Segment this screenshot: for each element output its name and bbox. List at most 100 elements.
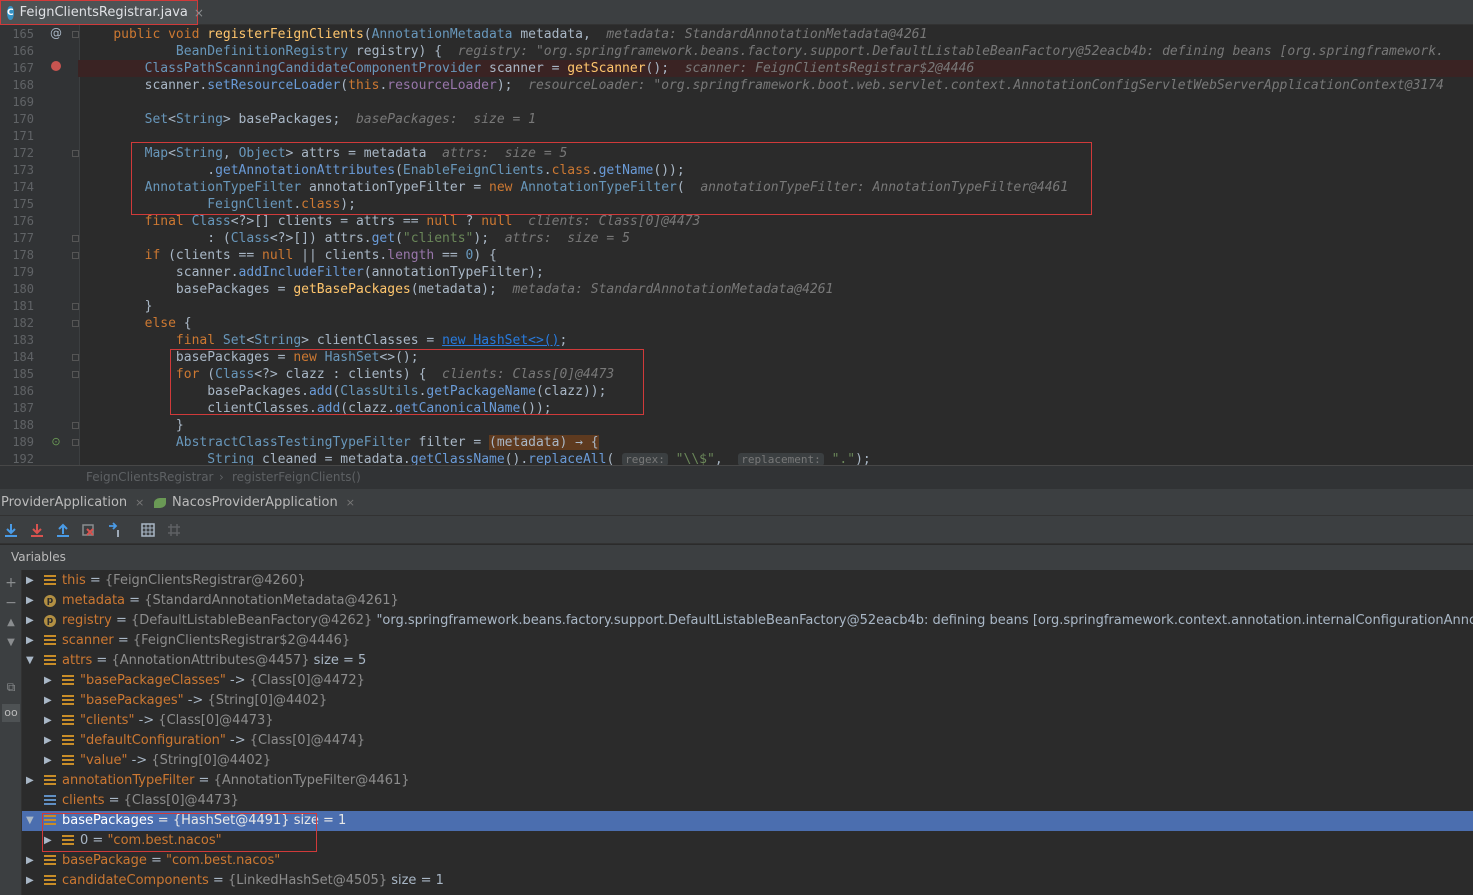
collapsed-arrow-icon[interactable]: ▶: [26, 776, 36, 786]
field-icon: [44, 775, 56, 787]
code-line[interactable]: 183 final Set<String> clientClasses = ne…: [0, 332, 1473, 349]
code-line[interactable]: 176 final Class<?>[] clients = attrs == …: [0, 213, 1473, 230]
move-up-icon[interactable]: ▲: [2, 614, 20, 632]
code-line[interactable]: 168 scanner.setResourceLoader(this.resou…: [0, 77, 1473, 94]
line-number[interactable]: 192: [0, 451, 34, 465]
tab-provider-application[interactable]: ProviderApplication ×: [1, 489, 144, 516]
step-out-icon[interactable]: [54, 521, 72, 539]
drop-frame-icon[interactable]: [80, 521, 98, 539]
line-number[interactable]: 173: [0, 162, 34, 179]
tab-nacos-provider-application[interactable]: NacosProviderApplication ×: [154, 489, 355, 516]
variable-row[interactable]: ▶ "basePackageClasses" -> {Class[0]@4472}: [22, 671, 1473, 691]
variable-row[interactable]: ▶ "defaultConfiguration" -> {Class[0]@447…: [22, 731, 1473, 751]
line-number[interactable]: 184: [0, 349, 34, 366]
step-over-icon[interactable]: [2, 521, 20, 539]
remove-watch-icon[interactable]: −: [2, 594, 20, 612]
code-text: ClassPathScanningCandidateComponentProvi…: [144, 61, 975, 76]
variable-row[interactable]: clients = {Class[0]@4473}: [22, 791, 1473, 811]
code-line[interactable]: 166 BeanDefinitionRegistry registry) { r…: [0, 43, 1473, 60]
move-down-icon[interactable]: ▼: [2, 634, 20, 652]
line-number[interactable]: 180: [0, 281, 34, 298]
collapsed-arrow-icon[interactable]: ▶: [44, 696, 54, 706]
code-line[interactable]: 180 basePackages = getBasePackages(metad…: [0, 281, 1473, 298]
code-line[interactable]: 169: [0, 94, 1473, 111]
collapsed-arrow-icon[interactable]: ▶: [44, 716, 54, 726]
variable-row[interactable]: ▶ p registry = {DefaultListableBeanFactory…: [22, 611, 1473, 631]
code-editor[interactable]: 165 public void registerFeignClients(Ann…: [0, 25, 1473, 465]
glasses-icon[interactable]: oo: [2, 704, 20, 722]
code-line[interactable]: 170 Set<String> basePackages; basePackag…: [0, 111, 1473, 128]
code-line[interactable]: 182 else {: [0, 315, 1473, 332]
line-number[interactable]: 166: [0, 43, 34, 60]
code-line[interactable]: 167 ClassPathScanningCandidateComponentP…: [0, 60, 1473, 77]
code-text: scanner.setResourceLoader(this.resourceL…: [82, 78, 1444, 93]
line-number[interactable]: 175: [0, 196, 34, 213]
collapsed-arrow-icon[interactable]: ▶: [26, 876, 36, 886]
line-number[interactable]: 183: [0, 332, 34, 349]
breadcrumb-method[interactable]: registerFeignClients(): [232, 470, 361, 484]
line-number[interactable]: 182: [0, 315, 34, 332]
close-tab-icon[interactable]: ×: [346, 496, 355, 509]
close-tab-icon[interactable]: ×: [135, 496, 144, 509]
step-into-icon[interactable]: [28, 521, 46, 539]
code-line[interactable]: 189 AbstractClassTestingTypeFilter filte…: [0, 434, 1473, 451]
variable-row[interactable]: ▶ annotationTypeFilter = {AnnotationTypeF…: [22, 771, 1473, 791]
code-text: }: [82, 299, 153, 314]
line-number[interactable]: 187: [0, 400, 34, 417]
variable-row[interactable]: ▶ this = {FeignClientsRegistrar@4260}: [22, 571, 1473, 591]
line-number[interactable]: 168: [0, 77, 34, 94]
line-number[interactable]: 165: [0, 26, 34, 43]
variable-row[interactable]: ▼ attrs = {AnnotationAttributes@4457} siz…: [22, 651, 1473, 671]
collapsed-arrow-icon[interactable]: ▶: [26, 636, 36, 646]
collapsed-arrow-icon[interactable]: ▶: [26, 576, 36, 586]
line-number[interactable]: 169: [0, 94, 34, 111]
line-number[interactable]: 174: [0, 179, 34, 196]
code-line[interactable]: 188 }: [0, 417, 1473, 434]
run-to-cursor-icon[interactable]: [106, 521, 124, 539]
variable-row[interactable]: ▶ scanner = {FeignClientsRegistrar$2@4446…: [22, 631, 1473, 651]
collapsed-arrow-icon[interactable]: ▶: [26, 616, 36, 626]
variable-row[interactable]: ▶ "value" -> {String[0]@4402}: [22, 751, 1473, 771]
code-line[interactable]: 181 }: [0, 298, 1473, 315]
collapsed-arrow-icon[interactable]: ▶: [44, 736, 54, 746]
variable-row[interactable]: ▶ "clients" -> {Class[0]@4473}: [22, 711, 1473, 731]
line-number[interactable]: 186: [0, 383, 34, 400]
line-number[interactable]: 167: [0, 60, 34, 77]
code-line[interactable]: 179 scanner.addIncludeFilter(annotationT…: [0, 264, 1473, 281]
line-number[interactable]: 188: [0, 417, 34, 434]
breakpoint-icon[interactable]: [48, 60, 64, 74]
code-line[interactable]: 192 String cleaned = metadata.getClassNa…: [0, 451, 1473, 465]
close-tab-icon[interactable]: ×: [194, 6, 204, 20]
line-number[interactable]: 170: [0, 111, 34, 128]
code-line[interactable]: 165 public void registerFeignClients(Ann…: [0, 26, 1473, 43]
collapsed-arrow-icon[interactable]: ▶: [26, 596, 36, 606]
collapsed-arrow-icon[interactable]: ▶: [44, 756, 54, 766]
evaluate-expression-icon[interactable]: [139, 521, 157, 539]
line-number[interactable]: 172: [0, 145, 34, 162]
variable-row[interactable]: ▶ basePackage = "com.best.nacos": [22, 851, 1473, 871]
line-number[interactable]: 177: [0, 230, 34, 247]
line-number[interactable]: 189: [0, 434, 34, 451]
variable-row[interactable]: ▶ candidateComponents = {LinkedHashSet@45…: [22, 871, 1473, 891]
code-line[interactable]: 177 : (Class<?>[]) attrs.get("clients");…: [0, 230, 1473, 247]
copy-icon[interactable]: ⧉: [2, 678, 20, 696]
add-watch-icon[interactable]: +: [2, 574, 20, 592]
expanded-arrow-icon[interactable]: ▼: [26, 816, 36, 826]
collapsed-arrow-icon[interactable]: ▶: [44, 676, 54, 686]
lambda-marker-icon[interactable]: ⊙: [48, 434, 64, 448]
expanded-arrow-icon[interactable]: ▼: [26, 656, 36, 666]
line-number[interactable]: 185: [0, 366, 34, 383]
variable-row[interactable]: ▶ "basePackages" -> {String[0]@4402}: [22, 691, 1473, 711]
line-number[interactable]: 179: [0, 264, 34, 281]
code-line[interactable]: 178 if (clients == null || clients.lengt…: [0, 247, 1473, 264]
editor-tab-feign-clients-registrar[interactable]: C FeignClientsRegistrar.java ×: [0, 0, 204, 25]
trace-icon[interactable]: [165, 521, 183, 539]
override-marker-icon[interactable]: @: [48, 26, 64, 40]
line-number[interactable]: 176: [0, 213, 34, 230]
collapsed-arrow-icon[interactable]: ▶: [26, 856, 36, 866]
line-number[interactable]: 178: [0, 247, 34, 264]
line-number[interactable]: 181: [0, 298, 34, 315]
variable-row[interactable]: ▶ p metadata = {StandardAnnotationMetadata…: [22, 591, 1473, 611]
breadcrumb-class[interactable]: FeignClientsRegistrar: [86, 470, 214, 484]
line-number[interactable]: 171: [0, 128, 34, 145]
